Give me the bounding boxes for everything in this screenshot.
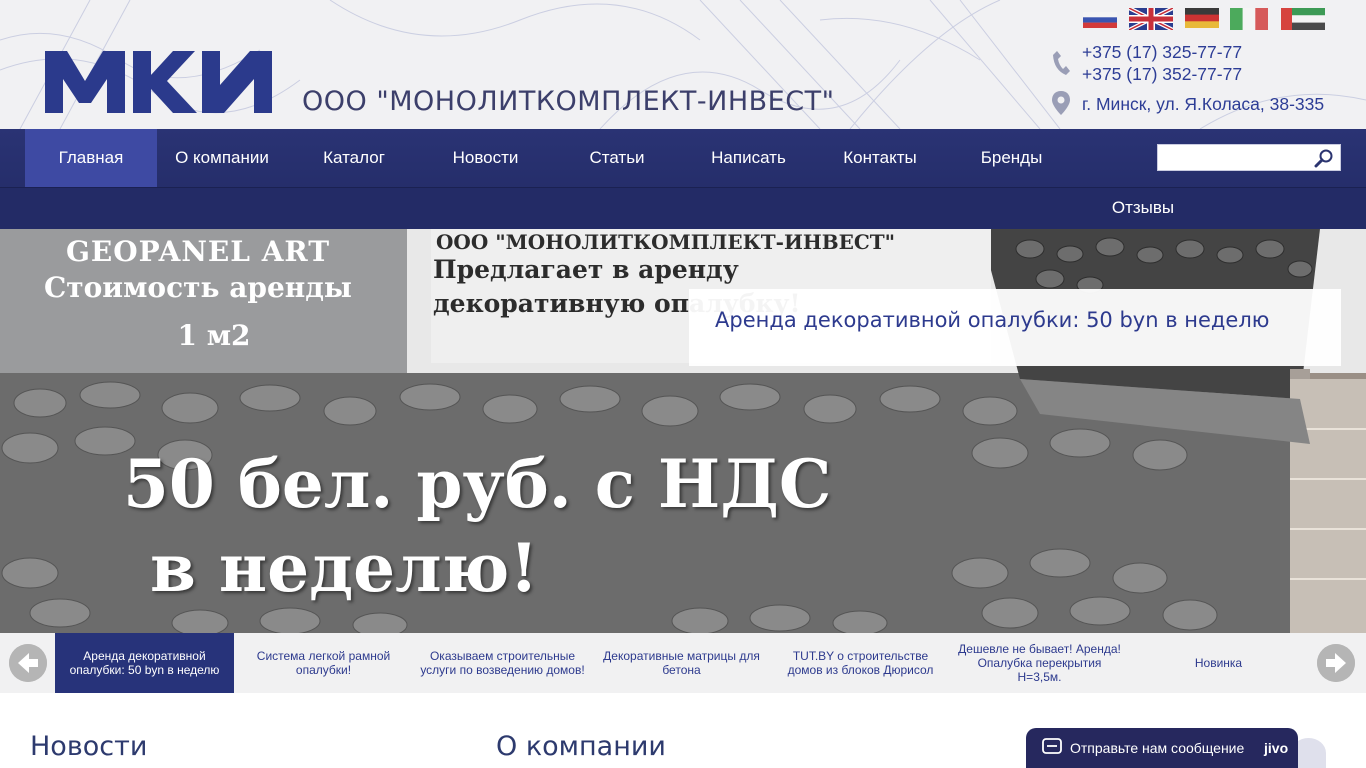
search-icon[interactable] <box>1314 148 1334 168</box>
search-input[interactable] <box>1158 145 1312 170</box>
flag-ru-icon[interactable] <box>1083 12 1117 28</box>
nav-item-brands[interactable]: Бренды <box>946 129 1077 187</box>
slider-thumbnails: Аренда декоративной опалубки: 50 byn в н… <box>0 633 1366 693</box>
slide-week-text: в неделю! <box>150 529 539 607</box>
slide-box-line-1: GEOPANEL ART <box>65 235 331 268</box>
slider-prev-button[interactable] <box>9 644 47 682</box>
nav-item-about[interactable]: О компании <box>157 129 287 187</box>
nav-item-catalog[interactable]: Каталог <box>288 129 420 187</box>
slide-price-box: GEOPANEL ART Стоимость аренды 1 м2 <box>0 229 407 373</box>
slide-box-line-3: 1 м2 <box>177 319 251 352</box>
chat-widget-brand: jivo <box>1264 740 1289 756</box>
slider-thumb-3[interactable]: Оказываем строительные услуги по возведе… <box>413 633 592 693</box>
slide-price-text: 50 бел. руб. с НДС <box>123 445 832 523</box>
phone-number-1[interactable]: +375 (17) 325-77-77 <box>1082 42 1242 63</box>
slide-box-line-2: Стоимость аренды <box>44 271 352 304</box>
slide-caption-text: Аренда декоративной опалубки: 50 byn в н… <box>715 308 1270 332</box>
slider-thumb-1[interactable]: Аренда декоративной опалубки: 50 byn в н… <box>55 633 234 693</box>
slide-caption[interactable]: Аренда декоративной опалубки: 50 byn в н… <box>689 289 1341 366</box>
nav-item-articles[interactable]: Статьи <box>551 129 683 187</box>
nav-item-reviews[interactable]: Отзывы <box>1077 187 1209 229</box>
location-pin-icon <box>1052 91 1070 115</box>
phone-icon <box>1053 51 1070 75</box>
phone-number-2[interactable]: +375 (17) 352-77-77 <box>1082 64 1242 85</box>
nav-item-home[interactable]: Главная <box>25 129 157 187</box>
chat-widget-button[interactable]: Отправьте нам сообщение jivo <box>1026 728 1298 768</box>
chat-widget-label: Отправьте нам сообщение <box>1070 740 1245 756</box>
slider-next-button[interactable] <box>1317 644 1355 682</box>
hero-slider: GEOPANEL ART Стоимость аренды 1 м2 ООО "… <box>0 229 1366 633</box>
slide-offer-line-1: Предлагает в аренду <box>433 255 739 284</box>
about-section-title: О компании <box>496 731 666 762</box>
company-name: ООО "МОНОЛИТКОМПЛЕКТ-ИНВЕСТ" <box>302 86 835 117</box>
slide-offer-company: ООО "МОНОЛИТКОМПЛЕКТ-ИНВЕСТ" <box>436 230 896 254</box>
message-icon <box>1042 738 1062 754</box>
slider-thumb-7[interactable]: Новинка <box>1129 633 1308 693</box>
slider-thumb-4[interactable]: Декоративные матрицы для бетона <box>592 633 771 693</box>
flag-de-icon[interactable] <box>1185 8 1219 28</box>
news-section-title: Новости <box>30 731 148 762</box>
slider-thumb-5[interactable]: TUT.BY о строительстве домов из блоков Д… <box>771 633 950 693</box>
slider-thumb-6[interactable]: Дешевле не бывает! Аренда! Опалубка пере… <box>950 633 1129 693</box>
arrow-right-icon <box>1317 644 1355 682</box>
nav-item-contacts[interactable]: Контакты <box>814 129 946 187</box>
flag-en-icon[interactable] <box>1129 8 1173 30</box>
slider-thumb-2[interactable]: Система легкой рамной опалубки! <box>234 633 413 693</box>
arrow-left-icon <box>9 644 47 682</box>
company-logo[interactable] <box>45 51 272 113</box>
nav-item-news[interactable]: Новости <box>420 129 551 187</box>
address: г. Минск, ул. Я.Коласа, 38-335 <box>1082 94 1325 114</box>
nav-item-write[interactable]: Написать <box>683 129 814 187</box>
search-box <box>1157 144 1341 171</box>
site-header: ООО "МОНОЛИТКОМПЛЕКТ-ИНВЕСТ" +375 (17) 3… <box>0 0 1366 129</box>
main-navigation: Главная О компании Каталог Новости Стать… <box>0 129 1366 229</box>
flag-ae-icon[interactable] <box>1281 8 1325 30</box>
flag-it-icon[interactable] <box>1230 8 1268 30</box>
